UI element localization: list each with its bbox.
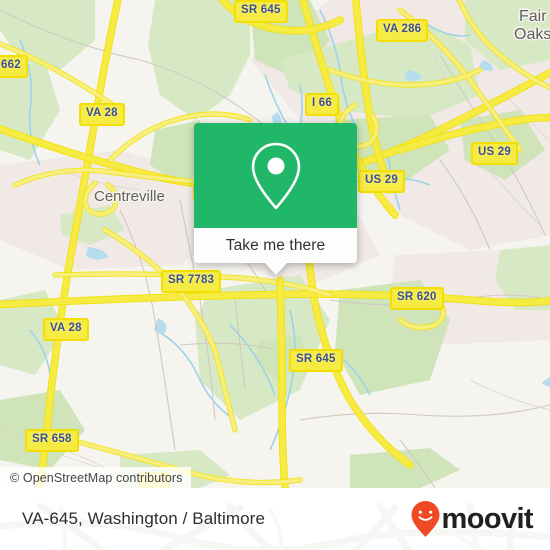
place-label-centreville: Centreville bbox=[94, 188, 165, 205]
road-label-i66: I 66 bbox=[305, 93, 339, 116]
popup-cta-panel[interactable]: Take me there bbox=[194, 228, 357, 263]
road-label-sr620: SR 620 bbox=[390, 287, 444, 310]
road-label-va28-south: VA 28 bbox=[43, 318, 89, 341]
place-label-fair-oaks-line2: Oaks bbox=[514, 26, 550, 43]
road-label-sr645-north: SR 645 bbox=[234, 0, 288, 23]
map-canvas[interactable]: .green { fill:#d7e9c4; } .green2 { fill:… bbox=[0, 0, 550, 488]
destination-popup[interactable]: Take me there bbox=[194, 123, 357, 275]
place-label-fair-oaks-line1: Fair bbox=[519, 8, 547, 25]
popup-image-panel bbox=[194, 123, 357, 228]
moovit-map-screen: .green { fill:#d7e9c4; } .green2 { fill:… bbox=[0, 0, 550, 550]
moovit-logo[interactable]: moovit bbox=[410, 500, 534, 538]
location-title: VA-645, Washington / Baltimore bbox=[22, 509, 266, 528]
popup-tail bbox=[264, 263, 287, 275]
moovit-smiley-pin-icon bbox=[411, 501, 440, 537]
road-label-sr658: SR 658 bbox=[25, 429, 79, 452]
road-label-va28-north: VA 28 bbox=[79, 103, 125, 126]
take-me-there-label: Take me there bbox=[225, 236, 326, 254]
road-label-us29-east: US 29 bbox=[471, 142, 518, 165]
moovit-wordmark: moovit bbox=[441, 502, 534, 535]
road-label-sr645-south: SR 645 bbox=[289, 349, 343, 372]
footer-bar: VA-645, Washington / Baltimore moovit bbox=[0, 488, 550, 550]
road-label-662: 662 bbox=[0, 55, 28, 78]
map-pin-icon bbox=[251, 142, 300, 209]
road-label-us29-center: US 29 bbox=[358, 170, 405, 193]
map-attribution[interactable]: © OpenStreetMap contributors bbox=[0, 467, 191, 488]
road-label-sr7783: SR 7783 bbox=[161, 270, 222, 293]
road-label-va286: VA 286 bbox=[376, 19, 429, 42]
attribution-text: © OpenStreetMap contributors bbox=[10, 470, 183, 485]
